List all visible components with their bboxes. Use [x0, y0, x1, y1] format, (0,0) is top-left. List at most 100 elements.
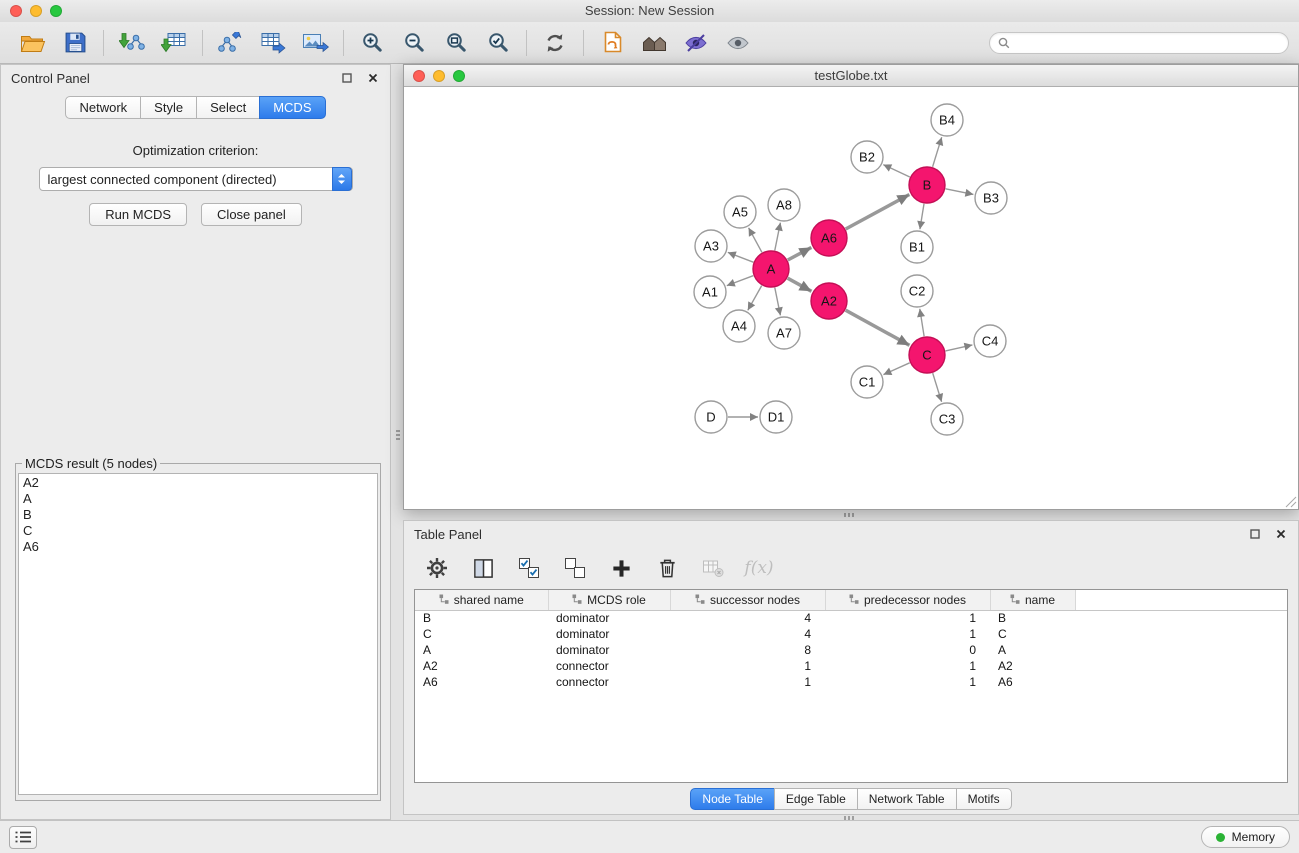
table-cell[interactable]: B — [415, 610, 548, 626]
table-cell[interactable]: 1 — [825, 674, 990, 690]
table-cell[interactable]: 1 — [825, 626, 990, 642]
network-edge-A2-C[interactable] — [846, 310, 910, 345]
optimization-criterion-select[interactable]: largest connected component (directed) — [39, 167, 353, 191]
network-node-D[interactable]: D — [695, 401, 727, 433]
mcds-result-item[interactable]: A — [23, 491, 373, 507]
network-node-A5[interactable]: A5 — [724, 196, 756, 228]
network-edge-C-C2[interactable] — [920, 309, 924, 336]
select-all-button[interactable] — [514, 553, 544, 583]
close-window-button[interactable] — [10, 5, 22, 17]
network-node-B4[interactable]: B4 — [931, 104, 963, 136]
network-node-C2[interactable]: C2 — [901, 275, 933, 307]
network-edge-A-A3[interactable] — [728, 252, 754, 262]
network-edge-A-A6[interactable] — [788, 247, 812, 260]
network-edge-C-C1[interactable] — [883, 363, 909, 375]
network-node-C[interactable]: C — [909, 337, 945, 373]
table-cell[interactable]: 1 — [825, 610, 990, 626]
network-edge-A-A5[interactable] — [749, 228, 762, 253]
float-panel-button[interactable] — [340, 71, 354, 85]
network-edge-A6-B[interactable] — [846, 195, 910, 230]
table-cell[interactable]: 4 — [670, 626, 825, 642]
network-node-A6[interactable]: A6 — [811, 220, 847, 256]
task-history-button[interactable] — [9, 826, 37, 849]
network-node-A1[interactable]: A1 — [694, 276, 726, 308]
network-edge-C-C4[interactable] — [946, 345, 973, 351]
table-cell[interactable]: dominator — [548, 626, 670, 642]
network-edge-B-B3[interactable] — [946, 189, 974, 195]
mcds-result-item[interactable]: C — [23, 523, 373, 539]
network-zoom-button[interactable] — [453, 70, 465, 82]
network-node-A8[interactable]: A8 — [768, 189, 800, 221]
resize-gripper-icon[interactable] — [1284, 495, 1297, 508]
home-button[interactable] — [633, 26, 675, 60]
network-canvas[interactable]: AA6A2BCA5A8A3A1A4A7B2B4B3B1C2C4C1C3DD1 — [404, 87, 1298, 509]
zoom-selected-button[interactable] — [477, 26, 519, 60]
run-mcds-button[interactable]: Run MCDS — [89, 203, 187, 226]
network-node-A4[interactable]: A4 — [723, 310, 755, 342]
delete-button[interactable] — [652, 553, 682, 583]
table-cell[interactable]: 0 — [825, 642, 990, 658]
float-table-panel-button[interactable] — [1248, 527, 1262, 541]
search-box[interactable] — [989, 32, 1289, 54]
network-edge-B-B4[interactable] — [933, 137, 942, 167]
network-node-C3[interactable]: C3 — [931, 403, 963, 435]
network-node-C1[interactable]: C1 — [851, 366, 883, 398]
tab-node-table[interactable]: Node Table — [690, 788, 775, 810]
memory-button[interactable]: Memory — [1201, 826, 1290, 848]
import-table-button[interactable] — [153, 26, 195, 60]
network-node-B3[interactable]: B3 — [975, 182, 1007, 214]
splitter-grip[interactable] — [844, 513, 854, 517]
network-edge-A-A8[interactable] — [775, 223, 781, 251]
table-cell[interactable]: 8 — [670, 642, 825, 658]
table-cell[interactable]: A — [990, 642, 1075, 658]
show-all-button[interactable] — [717, 26, 759, 60]
table-row[interactable]: A2connector11A2 — [415, 658, 1287, 674]
open-session-button[interactable] — [12, 26, 54, 60]
network-edge-B-B1[interactable] — [920, 204, 924, 229]
network-edge-A-A1[interactable] — [727, 276, 753, 286]
table-cell[interactable]: 1 — [825, 658, 990, 674]
network-node-B1[interactable]: B1 — [901, 231, 933, 263]
tab-network[interactable]: Network — [65, 96, 141, 119]
close-panel-button[interactable] — [366, 71, 380, 85]
network-node-D1[interactable]: D1 — [760, 401, 792, 433]
show-columns-button[interactable] — [468, 553, 498, 583]
network-edge-C-C3[interactable] — [933, 373, 942, 402]
table-cell[interactable]: A2 — [990, 658, 1075, 674]
export-network-button[interactable] — [210, 26, 252, 60]
column-header-name[interactable]: name — [990, 590, 1075, 610]
column-header-predecessor-nodes[interactable]: predecessor nodes — [825, 590, 990, 610]
network-close-button[interactable] — [413, 70, 425, 82]
tab-mcds[interactable]: MCDS — [259, 96, 325, 119]
table-cell[interactable]: connector — [548, 674, 670, 690]
close-table-panel-button[interactable] — [1274, 527, 1288, 541]
table-cell[interactable]: 1 — [670, 658, 825, 674]
zoom-out-button[interactable] — [393, 26, 435, 60]
deselect-all-button[interactable] — [560, 553, 590, 583]
column-header-mcds-role[interactable]: MCDS role — [548, 590, 670, 610]
table-cell[interactable]: B — [990, 610, 1075, 626]
table-cell[interactable]: C — [415, 626, 548, 642]
table-cell[interactable]: A2 — [415, 658, 548, 674]
network-node-B[interactable]: B — [909, 167, 945, 203]
import-network-button[interactable] — [111, 26, 153, 60]
search-input[interactable] — [1015, 35, 1280, 50]
export-table-button[interactable] — [252, 26, 294, 60]
network-node-A[interactable]: A — [753, 251, 789, 287]
session-file-button[interactable] — [591, 26, 633, 60]
refresh-button[interactable] — [534, 26, 576, 60]
table-row[interactable]: Adominator80A — [415, 642, 1287, 658]
zoom-in-button[interactable] — [351, 26, 393, 60]
splitter-grip[interactable] — [396, 430, 400, 440]
hide-selected-button[interactable] — [675, 26, 717, 60]
table-cell[interactable]: A — [415, 642, 548, 658]
network-edge-B-B2[interactable] — [883, 165, 910, 177]
minimize-window-button[interactable] — [30, 5, 42, 17]
tab-network-table[interactable]: Network Table — [857, 788, 957, 810]
network-node-B2[interactable]: B2 — [851, 141, 883, 173]
table-cell[interactable]: dominator — [548, 610, 670, 626]
tab-select[interactable]: Select — [196, 96, 260, 119]
tab-motifs[interactable]: Motifs — [956, 788, 1012, 810]
table-row[interactable]: Cdominator41C — [415, 626, 1287, 642]
table-cell[interactable]: 1 — [670, 674, 825, 690]
